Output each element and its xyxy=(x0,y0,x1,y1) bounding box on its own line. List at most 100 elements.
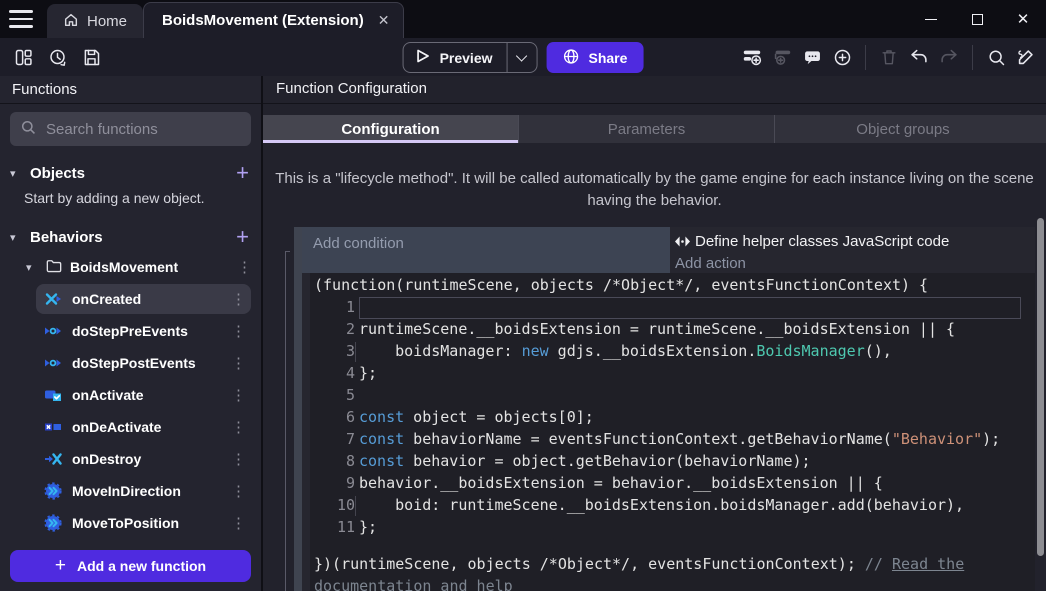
maximize-button[interactable] xyxy=(954,0,1000,38)
toolbar-left-group xyxy=(10,44,104,70)
code-line-4: 4}; xyxy=(314,363,1021,385)
redo-icon[interactable] xyxy=(936,44,962,70)
scrollbar-thumb[interactable] xyxy=(1037,218,1044,556)
function-item-onDeActivate[interactable]: onDeActivate⋮ xyxy=(36,412,251,442)
js-code-icon xyxy=(675,236,690,247)
behaviors-section-label: Behaviors xyxy=(30,229,228,246)
search-functions-box[interactable] xyxy=(10,112,251,146)
code-line-10: 10 boid: runtimeScene.__boidsExtension.b… xyxy=(314,495,1021,517)
preview-label: Preview xyxy=(440,50,493,66)
add-behavior-button[interactable]: + xyxy=(236,227,249,247)
function-item-label: MoveInDirection xyxy=(72,483,221,499)
behaviors-section-header[interactable]: ▾ Behaviors + xyxy=(0,222,261,252)
group-menu-button[interactable]: ⋮ xyxy=(237,258,251,276)
code-line-2: 2runtimeScene.__boidsExtension = runtime… xyxy=(314,319,1021,341)
item-menu-button[interactable]: ⋮ xyxy=(231,386,245,404)
add-action-button[interactable]: Add action xyxy=(675,252,1035,274)
gear-icon xyxy=(44,482,62,500)
js-code-event: Add condition Define helper classes Java… xyxy=(302,227,1035,591)
share-label: Share xyxy=(589,50,628,66)
history-icon[interactable] xyxy=(44,44,70,70)
item-menu-button[interactable]: ⋮ xyxy=(231,290,245,308)
item-menu-button[interactable]: ⋮ xyxy=(231,354,245,372)
line-number: 3 xyxy=(314,341,355,363)
edit-extension-icon[interactable] xyxy=(1013,44,1039,70)
chevron-down-icon[interactable]: ▾ xyxy=(10,231,22,244)
step-events-icon xyxy=(44,322,62,340)
share-button[interactable]: Share xyxy=(547,42,644,73)
gear-icon xyxy=(44,514,62,532)
trash-icon[interactable] xyxy=(876,44,902,70)
search-functions-input[interactable] xyxy=(46,121,245,138)
item-menu-button[interactable]: ⋮ xyxy=(231,418,245,436)
add-event-icon[interactable] xyxy=(739,44,765,70)
close-window-button[interactable]: ✕ xyxy=(1000,0,1046,38)
chevron-down-icon[interactable]: ▾ xyxy=(26,261,38,274)
event-drag-handle[interactable] xyxy=(294,227,302,591)
add-object-button[interactable]: + xyxy=(236,163,249,183)
preview-button-main[interactable]: Preview xyxy=(404,49,507,66)
line-number: 4 xyxy=(314,363,355,385)
item-menu-button[interactable]: ⋮ xyxy=(231,482,245,500)
undo-icon[interactable] xyxy=(906,44,932,70)
code-line-6: 6const object = objects[0]; xyxy=(314,407,1021,429)
search-icon[interactable] xyxy=(983,44,1009,70)
objects-section-header[interactable]: ▾ Objects + xyxy=(0,158,261,188)
activate-icon xyxy=(44,386,62,404)
minimize-button[interactable] xyxy=(908,0,954,38)
item-menu-button[interactable]: ⋮ xyxy=(231,322,245,340)
function-item-MoveToPosition[interactable]: MoveToPosition⋮ xyxy=(36,508,251,538)
extension-tab-label: BoidsMovement (Extension) xyxy=(162,12,364,29)
line-number: 10 xyxy=(314,495,355,517)
extension-tab[interactable]: BoidsMovement (Extension) ✕ xyxy=(143,2,404,38)
close-tab-icon[interactable]: ✕ xyxy=(378,12,390,29)
function-item-onCreated[interactable]: onCreated⋮ xyxy=(36,284,251,314)
add-subevent-icon[interactable] xyxy=(769,44,795,70)
code-wrapper-footer: })(runtimeScene, objects /*Object*/, eve… xyxy=(314,553,1021,591)
line-number: 6 xyxy=(314,407,355,429)
line-number: 8 xyxy=(314,451,355,473)
search-icon xyxy=(20,119,37,139)
code-line-5: 5 xyxy=(314,385,1021,407)
function-item-onActivate[interactable]: onActivate⋮ xyxy=(36,380,251,410)
tab-object-groups[interactable]: Object groups xyxy=(775,115,1031,143)
preview-dropdown-button[interactable] xyxy=(507,43,537,72)
home-tab[interactable]: Home xyxy=(47,4,143,38)
destroy-icon xyxy=(44,450,62,468)
function-configuration-panel: Function Configuration Configuration Par… xyxy=(263,76,1046,591)
tab-parameters[interactable]: Parameters xyxy=(519,115,775,143)
chevron-down-icon[interactable]: ▾ xyxy=(10,167,22,180)
function-item-MoveInDirection[interactable]: MoveInDirection ⋮ xyxy=(36,476,251,506)
function-item-doStepPostEvents[interactable]: doStepPostEvents ⋮ xyxy=(36,348,251,378)
deactivate-icon xyxy=(44,418,62,436)
add-condition-button[interactable]: Add condition xyxy=(302,227,670,273)
preview-button[interactable]: Preview xyxy=(403,42,538,73)
main-scrollbar[interactable] xyxy=(1036,210,1045,591)
code-line-content: boidsManager: new gdjs.__boidsExtension.… xyxy=(359,341,1021,363)
line-number: 11 xyxy=(314,517,355,539)
js-event-title[interactable]: Define helper classes JavaScript code xyxy=(695,233,949,250)
code-line-3: 3 boidsManager: new gdjs.__boidsExtensio… xyxy=(314,341,1021,363)
lifecycle-description: This is a "lifecycle method". It will be… xyxy=(270,168,1040,212)
code-editor[interactable]: (function(runtimeScene, objects /*Object… xyxy=(310,273,1035,591)
add-function-button[interactable]: + Add a new function xyxy=(10,550,251,582)
code-line-content: }; xyxy=(359,363,1021,385)
tab-configuration[interactable]: Configuration xyxy=(263,115,519,143)
circle-plus-icon[interactable] xyxy=(829,44,855,70)
code-line-1: 1 xyxy=(314,297,1021,319)
function-item-onDestroy[interactable]: onDestroy ⋮ xyxy=(36,444,251,474)
function-item-doStepPreEvents[interactable]: doStepPreEvents⋮ xyxy=(36,316,251,346)
function-item-label: doStepPostEvents xyxy=(72,355,221,371)
comment-icon[interactable] xyxy=(799,44,825,70)
save-icon[interactable] xyxy=(78,44,104,70)
behavior-group-row[interactable]: ▾ BoidsMovement ⋮ xyxy=(0,252,261,282)
panel-title: Function Configuration xyxy=(263,76,1046,104)
code-line-9: 9behavior.__boidsExtension = behavior.__… xyxy=(314,473,1021,495)
hamburger-menu-button[interactable] xyxy=(9,10,33,28)
function-list: onCreated⋮doStepPreEvents⋮doStepPostEven… xyxy=(0,284,261,538)
add-function-label: Add a new function xyxy=(77,558,206,574)
function-item-label: onDestroy xyxy=(72,451,221,467)
panels-icon[interactable] xyxy=(10,44,36,70)
item-menu-button[interactable]: ⋮ xyxy=(231,514,245,532)
item-menu-button[interactable]: ⋮ xyxy=(231,450,245,468)
